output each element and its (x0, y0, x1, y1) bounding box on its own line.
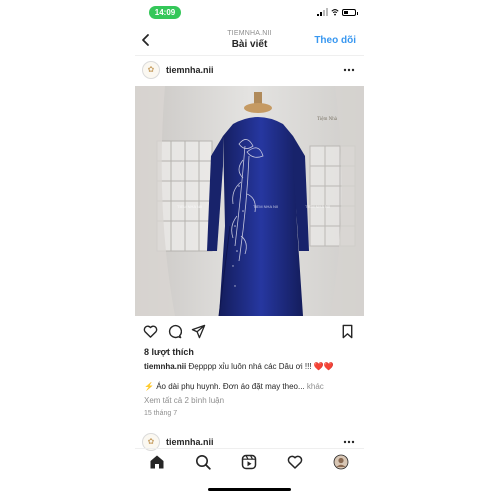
header-divider (135, 55, 364, 56)
watermark-text: TIEM NHA NII (177, 204, 202, 209)
follow-button[interactable]: Theo dõi (314, 35, 356, 46)
share-send-icon[interactable] (191, 324, 206, 339)
view-all-comments-link[interactable]: Xem tất cả 2 bình luận (144, 396, 224, 405)
post-description: ⚡ Áo dài phụ huynh. Đơn áo đặt may theo.… (144, 382, 359, 391)
post-avatar[interactable]: ✿ (142, 61, 160, 79)
watermark-text: TIEM NHA NII (253, 204, 278, 209)
post-photo[interactable]: Tiệm Nhà TIEM NHA NII TIEM NHA NII TIEM … (135, 86, 364, 316)
next-post-username[interactable]: tiemnha.nii (166, 437, 214, 447)
profile-avatar-icon[interactable] (333, 454, 349, 470)
post-date: 15 tháng 7 (144, 410, 178, 417)
reels-icon[interactable] (241, 454, 257, 470)
bookmark-icon[interactable] (340, 324, 355, 339)
instagram-screen: 14:09 TIEMNHA.NII Bài viết Theo dõi ✿ ti… (135, 0, 364, 498)
home-indicator (208, 488, 291, 491)
like-heart-icon[interactable] (143, 324, 158, 339)
likes-count[interactable]: 8 lượt thích (144, 347, 194, 357)
post-caption: tiemnha.nii Đẹpppp xỉu luôn nhá các Dâu … (144, 362, 359, 371)
signal-icon (317, 8, 328, 16)
lightning-emoji: ⚡ (144, 382, 154, 391)
wifi-icon (331, 9, 339, 16)
more-options-icon[interactable] (343, 68, 355, 72)
avatar-logo-mark: ✿ (147, 65, 155, 74)
caption-username[interactable]: tiemnha.nii (144, 362, 186, 371)
more-options-icon[interactable] (343, 440, 355, 444)
home-icon[interactable] (149, 454, 165, 470)
watermark-logo: Tiệm Nhà (317, 117, 338, 122)
battery-icon (342, 8, 358, 16)
status-icons (317, 8, 358, 16)
activity-heart-icon[interactable] (287, 454, 303, 470)
tabbar-divider (135, 448, 364, 449)
search-icon[interactable] (195, 454, 211, 470)
comment-icon[interactable] (167, 324, 182, 339)
more-link[interactable]: khác (307, 382, 324, 391)
caption-text: Đẹpppp xỉu luôn nhá các Dâu ơi !!! (188, 362, 312, 371)
caption-emoji: ❤️❤️ (313, 362, 334, 371)
post-username[interactable]: tiemnha.nii (166, 65, 214, 75)
status-time: 14:09 (149, 6, 181, 19)
watermark-text: TIEM NHA NII (305, 204, 330, 209)
description-text: Áo dài phụ huynh. Đơn áo đặt may theo... (156, 382, 305, 391)
